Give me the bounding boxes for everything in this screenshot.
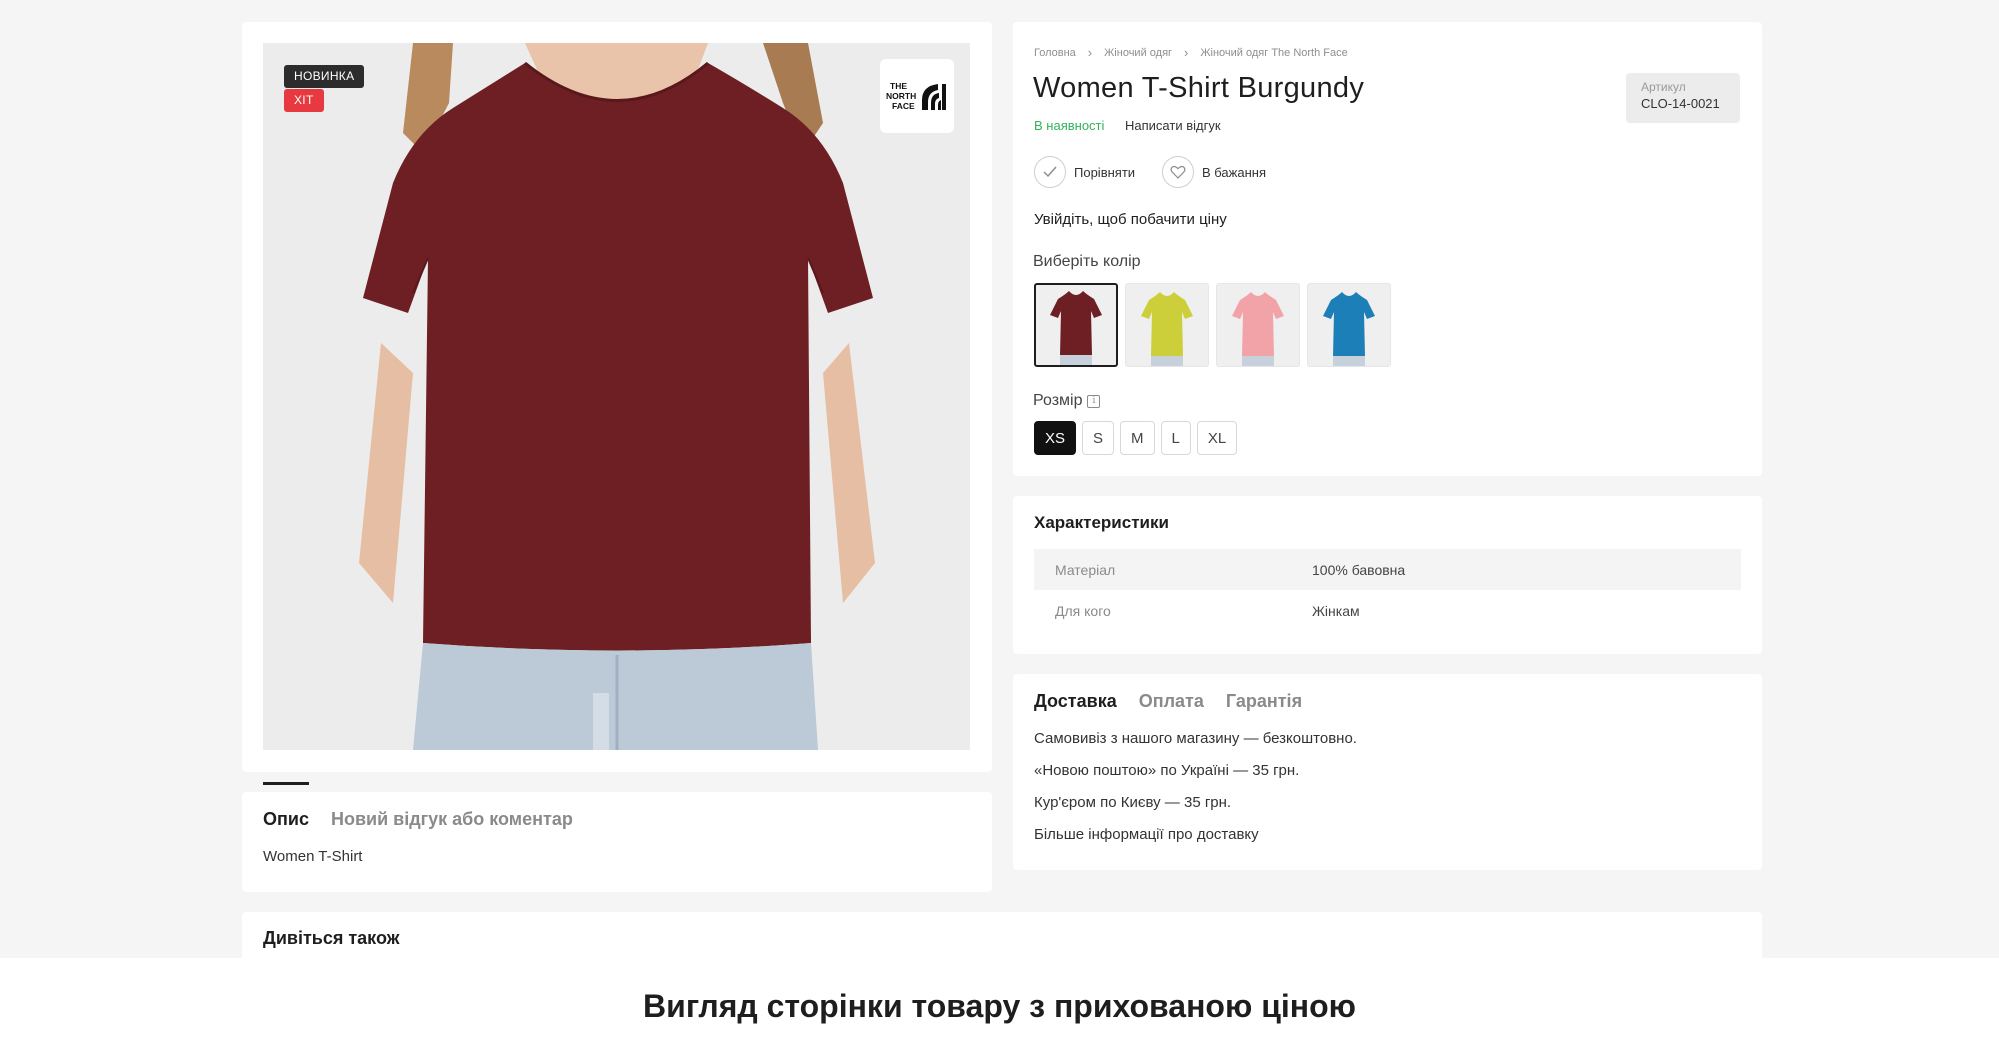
color-swatch-pink[interactable]	[1216, 283, 1300, 367]
delivery-line: «Новою поштою» по Україні — 35 грн.	[1034, 762, 1300, 779]
delivery-more-link[interactable]: Більше інформації про доставку	[1034, 826, 1357, 858]
see-also-section: Дивіться також	[242, 912, 1762, 958]
north-face-logo-icon: THE NORTH FACE	[886, 81, 946, 111]
size-option[interactable]: L	[1160, 421, 1191, 455]
table-row: Для кого Жінкам	[1034, 590, 1741, 631]
svg-text:NORTH: NORTH	[886, 91, 916, 101]
wishlist-button[interactable]: В бажання	[1162, 156, 1266, 188]
tab-payment[interactable]: Оплата	[1139, 691, 1204, 712]
breadcrumb-category[interactable]: Жіночий одяг	[1104, 47, 1172, 59]
login-to-see-price[interactable]: Увійдіть, щоб побачити ціну	[1034, 211, 1227, 228]
color-label: Виберіть колір	[1033, 253, 1141, 270]
characteristics-table: Матеріал 100% бавовна Для кого Жінкам	[1034, 549, 1741, 631]
badge-new: НОВИНКА	[284, 65, 365, 88]
product-page: НОВИНКА ХІТ THE NORTH FACE Опис Новий ві…	[0, 0, 1999, 958]
color-swatch-blue[interactable]	[1307, 283, 1391, 367]
size-label: Розмір i	[1033, 392, 1101, 410]
product-gallery: НОВИНКА ХІТ THE NORTH FACE	[242, 22, 992, 772]
description-text: Women T-Shirt	[263, 848, 363, 865]
badge-hit: ХІТ	[284, 89, 324, 112]
characteristics-card: Характеристики Матеріал 100% бавовна Для…	[1013, 496, 1762, 654]
size-option[interactable]: S	[1082, 421, 1115, 455]
description-tabs: Опис Новий відгук або коментар	[263, 782, 573, 830]
page-caption: Вигляд сторінки товару з прихованою ціно…	[643, 988, 1356, 1024]
sku-box: Артикул CLO-14-0021	[1626, 73, 1740, 123]
product-main-image[interactable]: НОВИНКА ХІТ THE NORTH FACE	[263, 43, 970, 750]
chevron-right-icon: ›	[1184, 45, 1189, 60]
size-info-icon[interactable]: i	[1087, 394, 1101, 408]
product-title: Women T-Shirt Burgundy	[1033, 72, 1365, 104]
breadcrumb: Головна › Жіночий одяг › Жіночий одяг Th…	[1034, 45, 1348, 60]
size-selector: XS S M L XL	[1034, 421, 1238, 455]
wishlist-label: В бажання	[1202, 164, 1266, 180]
svg-text:FACE: FACE	[892, 101, 915, 111]
sku-value: CLO-14-0021	[1641, 96, 1720, 111]
svg-text:THE: THE	[890, 81, 907, 91]
tshirt-blue-thumb	[1323, 292, 1375, 366]
characteristic-key: Матеріал	[1055, 561, 1116, 578]
see-also-title: Дивіться також	[263, 928, 400, 948]
characteristics-title: Характеристики	[1034, 513, 1169, 532]
compare-label: Порівняти	[1074, 164, 1136, 180]
breadcrumb-subcategory[interactable]: Жіночий одяг The North Face	[1200, 47, 1347, 59]
brand-logo[interactable]: THE NORTH FACE	[880, 59, 954, 133]
compare-check-icon	[1034, 156, 1066, 188]
sku-label: Артикул	[1641, 80, 1686, 94]
delivery-card: Доставка Оплата Гарантія Самовивіз з наш…	[1013, 674, 1762, 870]
characteristic-key: Для кого	[1055, 602, 1111, 619]
color-swatches	[1034, 283, 1391, 367]
size-label-text: Розмір	[1033, 392, 1083, 409]
characteristic-value: 100% бавовна	[1312, 561, 1406, 578]
size-option[interactable]: XL	[1196, 421, 1238, 455]
product-info-card: Головна › Жіночий одяг › Жіночий одяг Th…	[1013, 22, 1762, 476]
tab-warranty[interactable]: Гарантія	[1226, 691, 1302, 712]
size-option[interactable]: M	[1120, 421, 1155, 455]
tshirt-burgundy-thumb	[1050, 291, 1102, 365]
heart-icon	[1162, 156, 1194, 188]
stock-status: В наявності	[1034, 118, 1105, 133]
color-swatch-yellow[interactable]	[1125, 283, 1209, 367]
tab-delivery[interactable]: Доставка	[1034, 691, 1117, 712]
tab-description[interactable]: Опис	[263, 782, 309, 830]
color-swatch-burgundy[interactable]	[1034, 283, 1118, 367]
delivery-line: Самовивіз з нашого магазину — безкоштовн…	[1034, 730, 1357, 747]
tab-new-review[interactable]: Новий відгук або коментар	[331, 809, 573, 830]
breadcrumb-home[interactable]: Головна	[1034, 47, 1076, 59]
description-card: Опис Новий відгук або коментар Women T-S…	[242, 782, 992, 892]
tshirt-yellow-thumb	[1141, 292, 1193, 366]
delivery-info: Самовивіз з нашого магазину — безкоштовн…	[1034, 730, 1357, 858]
tshirt-photo	[263, 43, 970, 750]
delivery-tabs: Доставка Оплата Гарантія	[1034, 691, 1302, 712]
compare-button[interactable]: Порівняти	[1034, 156, 1135, 188]
delivery-line: Кур'єром по Києву — 35 грн.	[1034, 794, 1232, 811]
size-option[interactable]: XS	[1034, 421, 1077, 455]
characteristic-value: Жінкам	[1312, 602, 1360, 619]
tshirt-pink-thumb	[1232, 292, 1284, 366]
write-review-link[interactable]: Написати відгук	[1125, 118, 1221, 133]
table-row: Матеріал 100% бавовна	[1034, 549, 1741, 590]
chevron-right-icon: ›	[1087, 45, 1093, 60]
